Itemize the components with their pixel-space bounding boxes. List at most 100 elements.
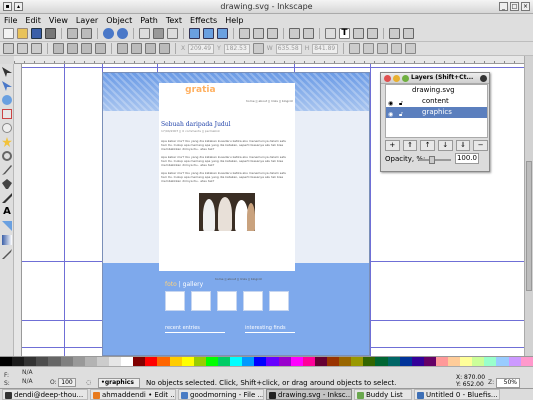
- object-opacity-field[interactable]: 100: [58, 378, 76, 387]
- export-icon[interactable]: [81, 28, 92, 39]
- menu-object[interactable]: Object: [106, 16, 132, 25]
- undo-icon[interactable]: [103, 28, 114, 39]
- document-page[interactable]: bloggratiangeblog home || about || links…: [102, 72, 370, 356]
- spiral-tool-icon[interactable]: [2, 151, 12, 161]
- stroke-indicator[interactable]: N/A: [22, 378, 33, 385]
- raise-to-top-icon[interactable]: [117, 43, 128, 54]
- current-layer-select[interactable]: •graphics: [98, 378, 140, 388]
- delete-layer-icon[interactable]: −: [473, 140, 489, 151]
- raise-icon[interactable]: [131, 43, 142, 54]
- menu-text[interactable]: Text: [166, 16, 182, 25]
- layer-root-row[interactable]: drawing.svg: [386, 85, 487, 96]
- ellipse-tool-icon[interactable]: [2, 123, 12, 133]
- save-icon[interactable]: [31, 28, 42, 39]
- menu-edit[interactable]: Edit: [25, 16, 41, 25]
- cut-icon[interactable]: [153, 28, 164, 39]
- opacity-slider[interactable]: [419, 156, 451, 164]
- group-icon[interactable]: [289, 28, 300, 39]
- redo-icon[interactable]: [117, 28, 128, 39]
- lower-to-bottom-icon[interactable]: [159, 43, 170, 54]
- taskbar-item[interactable]: goodmorning - File ...: [178, 389, 264, 400]
- menu-view[interactable]: View: [49, 16, 68, 25]
- new-document-icon[interactable]: [3, 28, 14, 39]
- menu-effects[interactable]: Effects: [190, 16, 217, 25]
- x-field[interactable]: 209.49: [188, 43, 215, 54]
- scale-corners-icon[interactable]: [377, 43, 389, 54]
- document-properties-icon[interactable]: [403, 28, 414, 39]
- zoom-tool-icon[interactable]: [2, 95, 12, 105]
- maximize-icon[interactable]: □: [510, 2, 519, 11]
- taskbar-item[interactable]: Untitled 0 - Bluefis...: [414, 389, 500, 400]
- connector-tool-icon[interactable]: [2, 221, 12, 231]
- calligraphy-tool-icon[interactable]: [2, 193, 12, 203]
- fill-stroke-icon[interactable]: [325, 28, 336, 39]
- deselect-icon[interactable]: [31, 43, 42, 54]
- layer-row-graphics[interactable]: ◉ 🔓︎ graphics: [386, 107, 487, 118]
- zoom-drawing-icon[interactable]: [203, 28, 214, 39]
- rotate-ccw-icon[interactable]: [53, 43, 64, 54]
- guide-line[interactable]: [370, 64, 371, 356]
- minimize-icon[interactable]: _: [499, 2, 508, 11]
- unlink-clone-icon[interactable]: [267, 28, 278, 39]
- lower-icon[interactable]: [145, 43, 156, 54]
- y-field[interactable]: 182.53: [223, 43, 250, 54]
- taskbar-item[interactable]: drawing.svg - Inksc...: [266, 389, 352, 400]
- layers-dialog-header[interactable]: Layers (Shift+Ct...: [381, 73, 489, 84]
- vertical-ruler[interactable]: [14, 64, 22, 356]
- scrollbar-thumb[interactable]: [526, 161, 532, 291]
- print-icon[interactable]: [45, 28, 56, 39]
- node-tool-icon[interactable]: [2, 81, 12, 91]
- dialog-menu-icon[interactable]: [480, 75, 487, 82]
- h-field[interactable]: 841.89: [312, 43, 339, 54]
- w-field[interactable]: 635.58: [275, 43, 302, 54]
- ungroup-icon[interactable]: [303, 28, 314, 39]
- opacity-slider-knob[interactable]: [429, 156, 435, 164]
- shade-dialog-icon[interactable]: [393, 75, 400, 82]
- gradient-tool-icon[interactable]: [2, 235, 12, 245]
- duplicate-icon[interactable]: [239, 28, 250, 39]
- clone-icon[interactable]: [253, 28, 264, 39]
- pencil-tool-icon[interactable]: [2, 165, 12, 175]
- selector-tool-icon[interactable]: [2, 67, 12, 77]
- menu-help[interactable]: Help: [225, 16, 243, 25]
- guide-line[interactable]: [64, 64, 65, 356]
- pen-tool-icon[interactable]: [2, 179, 12, 189]
- text-font-icon[interactable]: T: [339, 28, 350, 39]
- add-layer-icon[interactable]: +: [385, 140, 400, 151]
- menu-path[interactable]: Path: [140, 16, 158, 25]
- unlock-icon[interactable]: 🔓︎: [399, 109, 403, 120]
- text-tool-icon[interactable]: A: [2, 207, 12, 217]
- raise-layer-to-top-icon[interactable]: ⇑: [402, 140, 418, 151]
- fill-indicator[interactable]: N/A: [22, 369, 33, 376]
- zoom-field[interactable]: 50%: [496, 378, 520, 388]
- preferences-icon[interactable]: [389, 28, 400, 39]
- rectangle-tool-icon[interactable]: [2, 109, 12, 119]
- taskbar-item[interactable]: ahmaddendi • Edit ...: [90, 389, 176, 400]
- menu-layer[interactable]: Layer: [76, 16, 98, 25]
- align-distribute-icon[interactable]: [367, 28, 378, 39]
- paste-icon[interactable]: [167, 28, 178, 39]
- lock-icon[interactable]: ◌: [86, 379, 91, 386]
- layer-row-content[interactable]: ◉ 🔓︎ content: [386, 96, 487, 107]
- scale-stroke-icon[interactable]: [363, 43, 375, 54]
- copy-icon[interactable]: [139, 28, 150, 39]
- open-icon[interactable]: [17, 28, 28, 39]
- flip-vertical-icon[interactable]: [95, 43, 106, 54]
- select-all-layers-icon[interactable]: [17, 43, 28, 54]
- taskbar-item[interactable]: Buddy List: [354, 389, 412, 400]
- lower-layer-icon[interactable]: ↓: [438, 140, 453, 151]
- close-dialog-icon[interactable]: [384, 75, 391, 82]
- menu-file[interactable]: File: [4, 16, 17, 25]
- zoom-page-icon[interactable]: [217, 28, 228, 39]
- maximize-dialog-icon[interactable]: [402, 75, 409, 82]
- lock-proportion-icon[interactable]: [252, 43, 264, 54]
- star-tool-icon[interactable]: [2, 137, 12, 147]
- move-gradients-icon[interactable]: [391, 43, 403, 54]
- dropper-tool-icon[interactable]: [2, 249, 12, 259]
- guide-line[interactable]: [22, 67, 524, 68]
- import-icon[interactable]: [67, 28, 78, 39]
- select-all-icon[interactable]: [3, 43, 14, 54]
- move-patterns-icon[interactable]: [405, 43, 417, 54]
- vertical-scrollbar[interactable]: [524, 56, 533, 356]
- eye-icon[interactable]: ◉: [388, 109, 393, 120]
